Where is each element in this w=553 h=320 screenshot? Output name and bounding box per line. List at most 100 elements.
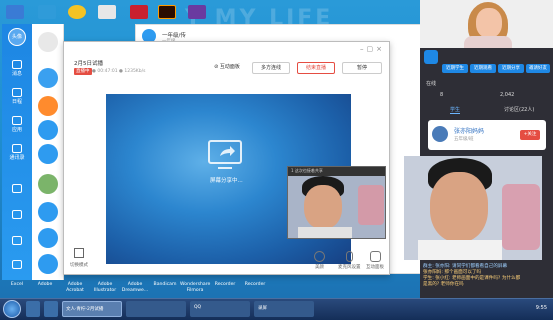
desktop-label[interactable]: Wondershare Filmora — [180, 282, 210, 294]
layout-switch-label: 切换模式 — [70, 263, 88, 268]
conversation-avatar[interactable] — [38, 32, 58, 52]
conversation-avatar[interactable] — [38, 202, 58, 222]
menu-icon — [12, 260, 22, 269]
clock[interactable]: 9:55 — [536, 305, 547, 311]
live-title: 2月5日试播 — [74, 61, 103, 67]
mic-settings-button[interactable]: 麦克风设置 — [338, 251, 361, 270]
sidebar-item-apps[interactable]: 应用 — [6, 116, 28, 133]
sidebar-item-calendar[interactable]: 日程 — [6, 88, 28, 105]
desktop-label[interactable]: Adobe Acrobat — [60, 282, 90, 294]
taskbar-app-recorder[interactable]: 录屏 — [254, 301, 314, 317]
background-object — [502, 184, 540, 250]
app-shortcut-icon[interactable] — [98, 5, 116, 19]
desktop-label[interactable]: Excel — [2, 282, 32, 288]
app-shortcut-icon[interactable] — [130, 5, 148, 19]
likes-count: 2,042 — [500, 92, 515, 98]
sidebar-item-more[interactable] — [6, 184, 28, 194]
app-shortcut-icon[interactable] — [68, 5, 86, 19]
live-badge: 直播中 — [74, 68, 92, 75]
taskbar: 文人·青柠-2月试播 QQ 录屏 9:55 — [0, 298, 553, 320]
conversation-avatar[interactable] — [38, 96, 58, 116]
shirt-shape — [418, 240, 502, 260]
sidebar-item-contacts[interactable]: 通讯录 — [6, 144, 28, 161]
desktop-label[interactable]: Adobe Illustrator — [90, 282, 120, 294]
message-icon — [12, 60, 22, 69]
taskbar-quick-launch[interactable] — [44, 301, 58, 317]
panel-button[interactable]: 近期分享 — [498, 64, 524, 73]
desktop-label[interactable]: Adobe Dreamwe... — [120, 282, 150, 294]
close-panel-icon[interactable] — [424, 50, 438, 64]
conversation-avatar[interactable] — [38, 144, 58, 164]
messenger-window: 头像 消息 日程 应用 通讯录 — [2, 24, 64, 280]
sidebar-item-menu[interactable] — [6, 260, 28, 270]
close-icon[interactable]: × — [376, 45, 385, 53]
live-window: –▢× 2月5日试播 直播中 ● 00:47:01 ● 1235Kb/s ⊘ 互… — [63, 41, 390, 275]
user-avatar[interactable]: 头像 — [8, 28, 26, 46]
multi-connect-button[interactable]: 多方连线 — [252, 62, 290, 74]
folder-icon — [12, 184, 22, 193]
app-shortcut-icon[interactable] — [188, 5, 206, 19]
desktop-label[interactable]: Recorder — [240, 282, 270, 288]
conversation-avatar[interactable] — [38, 120, 58, 140]
face-shape — [430, 172, 488, 242]
calendar-icon — [12, 88, 22, 97]
student-camera-large[interactable] — [404, 156, 542, 260]
conversation-avatar[interactable] — [38, 174, 58, 194]
taskbar-app-live[interactable]: 文人·青柠-2月试播 — [62, 301, 122, 317]
shirt-shape — [464, 36, 512, 48]
taskbar-app[interactable] — [126, 301, 186, 317]
share-status: 屏幕分享中... — [210, 178, 243, 184]
shirt-shape — [298, 227, 352, 238]
gear-icon — [12, 210, 22, 219]
host-card: 张亦阳妈妈 五年级/班 +关注 — [428, 120, 546, 150]
conversation-avatar[interactable] — [38, 68, 58, 88]
host-subtitle: 五年级/班 — [454, 137, 474, 142]
panel-tab-students[interactable]: 学生 — [450, 106, 461, 114]
interaction-panel-toggle[interactable]: ⊘ 互动面板 — [209, 62, 245, 74]
window-controls: –▢× — [360, 45, 385, 53]
app-shortcut-icon[interactable] — [6, 5, 24, 19]
face-shape — [304, 185, 342, 229]
taskbar-quick-launch[interactable] — [26, 301, 40, 317]
conversation-avatar[interactable] — [38, 254, 58, 274]
desktop-label[interactable]: Recorder — [210, 282, 240, 288]
conversation-avatar[interactable] — [38, 228, 58, 248]
app-shortcut-icon[interactable] — [158, 5, 176, 19]
teacher-camera — [420, 0, 553, 48]
desktop-icon-labels: Excel Adobe Adobe Acrobat Adobe Illustra… — [0, 280, 553, 298]
pause-button[interactable]: 暂停 — [342, 62, 382, 74]
tool-label: 美颜 — [315, 265, 324, 270]
host-name: 张亦阳妈妈 — [454, 128, 485, 135]
panel-button[interactable]: 邀请好友 — [526, 64, 550, 73]
layout-switch-icon[interactable] — [74, 248, 84, 258]
end-live-button[interactable]: 结束直播 — [297, 62, 335, 74]
taskbar-label: QQ — [194, 305, 202, 310]
student-camera-small[interactable]: 1 这次也接着共享 — [287, 166, 386, 239]
sidebar-item-settings[interactable] — [6, 210, 28, 220]
apps-icon — [12, 116, 22, 125]
beauty-icon — [314, 251, 325, 262]
beauty-button[interactable]: 美颜 — [314, 251, 325, 270]
desktop-label[interactable]: Adobe — [30, 282, 60, 288]
maximize-icon[interactable]: ▢ — [367, 45, 377, 53]
desktop-label[interactable]: Bandicam — [150, 282, 180, 288]
sidebar-item-mail[interactable] — [6, 236, 28, 246]
messenger-sidebar: 头像 消息 日程 应用 通讯录 — [2, 24, 32, 280]
sidebar-label: 消息 — [11, 71, 22, 77]
panel-button[interactable]: 近期学生 — [442, 64, 468, 73]
host-avatar — [432, 126, 448, 142]
sidebar-item-messages[interactable]: 消息 — [6, 60, 28, 77]
follow-button[interactable]: +关注 — [520, 130, 540, 140]
panel-tab-discussion[interactable]: 讨论区(22人) — [504, 106, 534, 113]
chat-bubble-icon — [369, 251, 381, 262]
start-button[interactable] — [3, 300, 21, 318]
tool-label: 互动面板 — [366, 265, 384, 270]
live-stats: ● 00:47:01 ● 1235Kb/s — [92, 69, 146, 74]
app-shortcut-icon[interactable] — [38, 5, 56, 19]
interaction-button[interactable]: 互动面板 — [366, 251, 384, 270]
online-count: 8 — [440, 92, 444, 98]
taskbar-app-qq[interactable]: QQ — [190, 301, 250, 317]
panel-button[interactable]: 近期观看 — [470, 64, 496, 73]
screen-share-icon — [208, 140, 242, 169]
mail-icon — [12, 236, 22, 245]
